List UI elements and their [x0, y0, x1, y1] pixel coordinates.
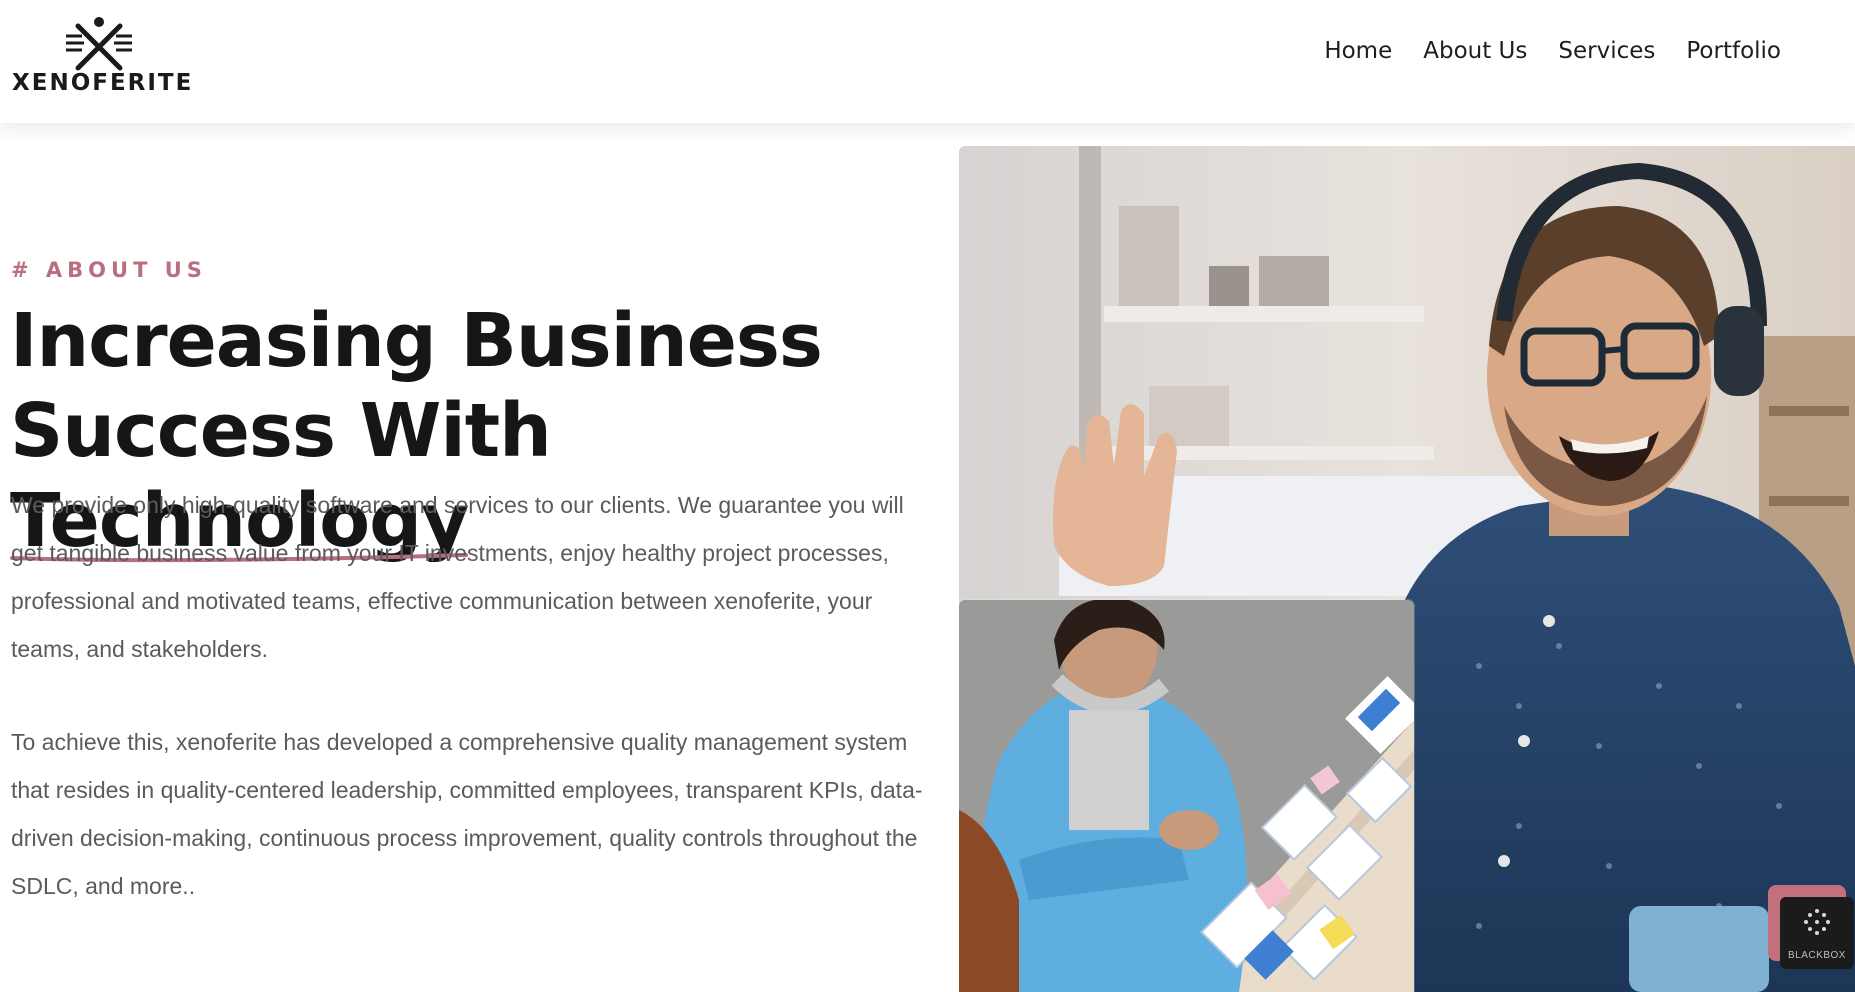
team-meeting-photo	[959, 600, 1414, 992]
headline-line-1: Increasing Business	[10, 298, 823, 384]
brand-name: XENOFERITE	[12, 70, 194, 96]
intro-paragraph: We provide only high-quality software an…	[11, 492, 904, 662]
blackbox-logo-icon	[1804, 909, 1830, 935]
main-nav: Home About Us Services Portfolio	[1324, 38, 1781, 64]
nav-services[interactable]: Services	[1558, 38, 1655, 64]
nav-about-us[interactable]: About Us	[1423, 38, 1527, 64]
section-eyebrow: # ABOUT US	[11, 258, 207, 282]
quality-paragraph: To achieve this, xenoferite has develope…	[11, 729, 923, 899]
nav-portfolio[interactable]: Portfolio	[1686, 38, 1781, 64]
headline-line-2: Success With	[10, 388, 552, 474]
blackbox-widget-button[interactable]: BLACKBOX	[1780, 897, 1854, 969]
blackbox-label: BLACKBOX	[1788, 950, 1846, 961]
site-header: XENOFERITE Home About Us Services Portfo…	[0, 0, 1855, 123]
nav-home[interactable]: Home	[1324, 38, 1392, 64]
brand-logo[interactable]: XENOFERITE	[12, 14, 191, 98]
xenoferite-logo-icon	[66, 17, 132, 71]
